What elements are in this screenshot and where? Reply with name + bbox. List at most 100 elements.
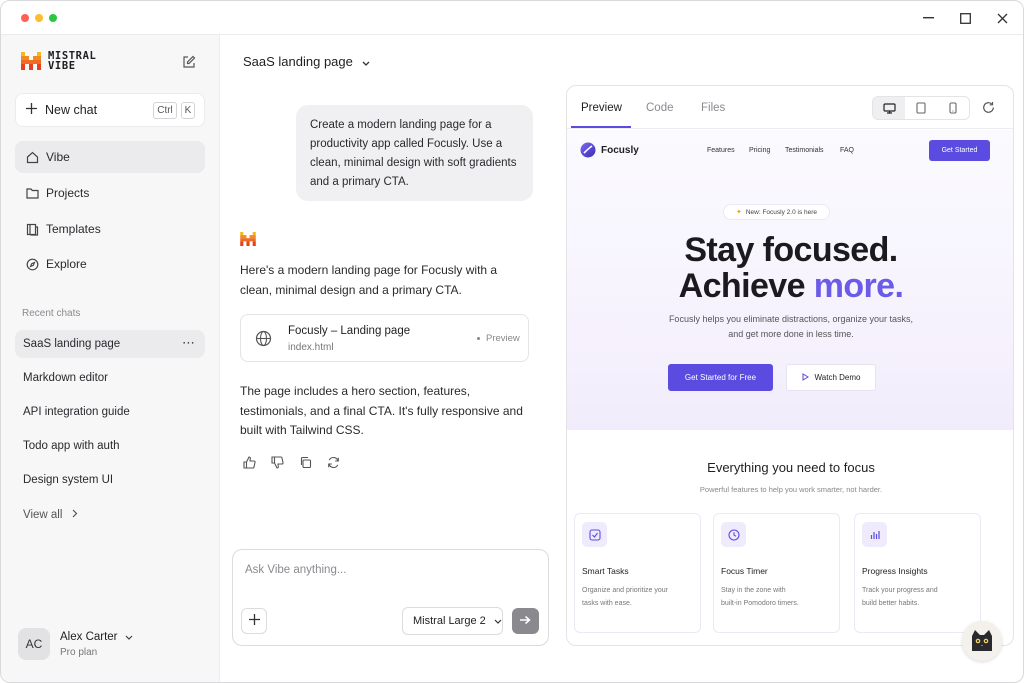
- send-button[interactable]: [512, 608, 539, 634]
- traffic-light-zoom[interactable]: [49, 14, 57, 22]
- traffic-light-minimize[interactable]: [35, 14, 43, 22]
- site-nav-testimonials[interactable]: Testimonials: [785, 147, 824, 154]
- recent-chat-item[interactable]: Design system UI: [15, 466, 205, 494]
- focusly-logo-icon: [580, 142, 596, 163]
- message-actions: [242, 455, 341, 470]
- assistant-outro: The page includes a hero section, featur…: [240, 384, 523, 437]
- close-icon[interactable]: [993, 10, 1011, 26]
- sidebar-item-explore[interactable]: Explore: [15, 248, 205, 280]
- recent-chat-item[interactable]: Todo app with auth: [15, 432, 205, 460]
- refresh-icon[interactable]: [982, 101, 995, 119]
- mistral-logo-icon: [21, 52, 41, 70]
- template-icon: [25, 222, 40, 237]
- feature-description: Organize and prioritize your: [582, 587, 668, 594]
- clock-icon: [721, 522, 746, 547]
- recent-chat-label: SaaS landing page: [23, 338, 121, 350]
- plus-icon: [26, 103, 37, 117]
- sparkle-icon: ✦: [735, 209, 742, 216]
- site-nav-faq[interactable]: FAQ: [840, 147, 854, 154]
- tab-code[interactable]: Code: [646, 102, 674, 114]
- compose-icon[interactable]: [182, 55, 196, 74]
- tab-files[interactable]: Files: [701, 102, 725, 114]
- site-headline-line-2: Achieve more.: [567, 267, 1013, 306]
- shortcut-ctrl: Ctrl: [153, 102, 177, 119]
- assistant-cat-icon[interactable]: [962, 621, 1002, 661]
- new-chat-button[interactable]: New chat Ctrl K: [15, 93, 205, 127]
- new-chat-label: New chat: [45, 103, 98, 117]
- sidebar-item-templates[interactable]: Templates: [15, 213, 205, 245]
- feature-title: Focus Timer: [721, 566, 768, 576]
- copy-icon[interactable]: [298, 455, 313, 470]
- compass-icon: [25, 257, 40, 272]
- feature-description: Track your progress and: [862, 587, 938, 594]
- file-card-title: Focusly – Landing page: [288, 325, 411, 337]
- home-icon: [25, 150, 40, 165]
- desktop-icon[interactable]: [873, 97, 905, 119]
- model-selector[interactable]: Mistral Large 2: [402, 607, 503, 635]
- feature-description: tasks with ease.: [582, 600, 632, 607]
- site-cta-secondary[interactable]: Watch Demo: [786, 364, 876, 391]
- check-square-icon: [582, 522, 607, 547]
- model-selector-label: Mistral Large 2: [413, 615, 486, 627]
- shortcut-k: K: [181, 102, 195, 119]
- chat-title: SaaS landing page: [243, 54, 353, 69]
- file-card-preview-link[interactable]: Preview: [486, 333, 520, 344]
- site-subhead-line-1: Focusly helps you eliminate distractions…: [668, 314, 914, 324]
- recent-chat-label: Design system UI: [23, 474, 114, 486]
- sidebar-item-label: Vibe: [46, 150, 70, 164]
- site-headline-accent: more.: [813, 267, 904, 305]
- user-profile[interactable]: AC Alex Carter Pro plan: [18, 628, 133, 660]
- folder-icon: [25, 186, 40, 201]
- user-message: Create a modern landing page for a produ…: [296, 105, 533, 201]
- recent-chat-item[interactable]: SaaS landing page ⋯: [15, 330, 205, 358]
- chat-title-dropdown[interactable]: SaaS landing page: [243, 54, 370, 69]
- maximize-icon[interactable]: [956, 10, 974, 26]
- thumbs-down-icon[interactable]: [270, 455, 285, 470]
- globe-icon: [255, 330, 272, 352]
- arrow-right-icon: [520, 612, 531, 630]
- phone-icon[interactable]: [937, 97, 969, 119]
- more-options-icon[interactable]: ⋯: [182, 335, 195, 351]
- feature-title: Smart Tasks: [582, 566, 629, 576]
- chevron-down-icon: [494, 615, 502, 627]
- recent-chat-item[interactable]: API integration guide: [15, 398, 205, 426]
- chat-panel: SaaS landing page Create a modern landin…: [220, 35, 566, 682]
- sidebar-item-label: Projects: [46, 186, 90, 200]
- status-dot: [477, 337, 480, 340]
- tablet-icon[interactable]: [905, 97, 937, 119]
- chat-input[interactable]: Ask Vibe anything...: [245, 564, 346, 576]
- mistral-avatar-icon: [240, 232, 256, 251]
- minimize-icon[interactable]: [919, 10, 937, 26]
- regenerate-icon[interactable]: [326, 455, 341, 470]
- attach-button[interactable]: [241, 608, 267, 634]
- traffic-light-close[interactable]: [21, 14, 29, 22]
- feature-card: Focus Timer Stay in the zone with built-i…: [713, 513, 840, 633]
- title-bar: [1, 1, 1023, 35]
- feature-card: Smart Tasks Organize and prioritize your…: [574, 513, 701, 633]
- recent-chats-heading: Recent chats: [22, 308, 81, 319]
- brand-logo[interactable]: MISTRAL VIBE: [21, 51, 96, 71]
- sidebar-item-vibe[interactable]: Vibe: [15, 141, 205, 173]
- file-card[interactable]: Focusly – Landing page index.html Previe…: [240, 314, 529, 362]
- recent-chat-item[interactable]: Markdown editor: [15, 364, 205, 392]
- site-headline-part: Achieve: [678, 267, 814, 305]
- site-announcement-badge[interactable]: ✦ New: Focusly 2.0 is here: [723, 204, 830, 220]
- device-switcher: [872, 96, 970, 120]
- feature-title: Progress Insights: [862, 566, 928, 576]
- sidebar-item-label: Explore: [46, 257, 87, 271]
- tab-preview[interactable]: Preview: [581, 102, 622, 114]
- user-plan: Pro plan: [60, 646, 98, 658]
- sidebar-item-projects[interactable]: Projects: [15, 177, 205, 209]
- site-nav-pricing[interactable]: Pricing: [749, 147, 770, 154]
- view-all-link[interactable]: View all: [15, 501, 205, 529]
- site-get-started-button[interactable]: Get Started: [929, 140, 990, 161]
- site-cta-secondary-label: Watch Demo: [814, 373, 861, 382]
- site-nav-features[interactable]: Features: [707, 147, 735, 154]
- active-tab-indicator: [571, 126, 631, 128]
- chevron-down-icon: [362, 54, 370, 69]
- play-icon: [802, 372, 809, 383]
- preview-panel: Preview Code Files Focusly Features Pric…: [566, 85, 1014, 646]
- site-cta-primary[interactable]: Get Started for Free: [668, 364, 773, 391]
- chevron-right-icon: [72, 509, 78, 521]
- thumbs-up-icon[interactable]: [242, 455, 257, 470]
